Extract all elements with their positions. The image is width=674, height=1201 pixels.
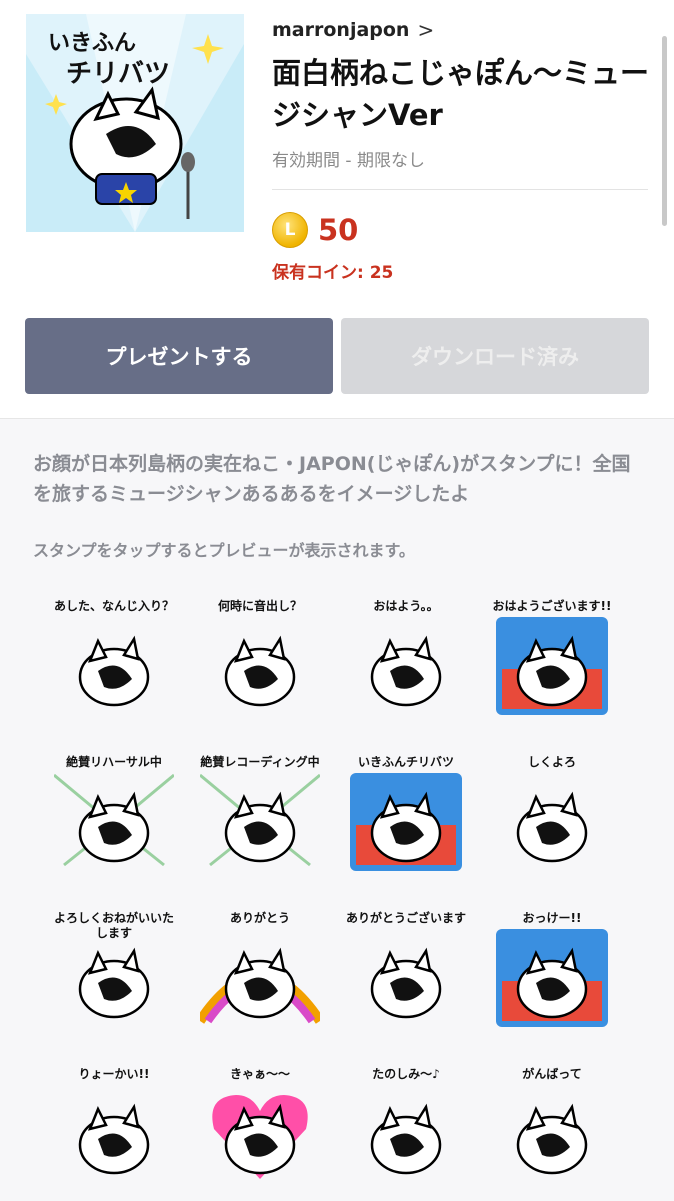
price-row: L 50 bbox=[272, 212, 358, 248]
sticker-caption: ありがとうございます bbox=[346, 911, 467, 925]
present-button[interactable]: プレゼントする bbox=[25, 318, 333, 394]
validity-period: 有効期間 - 期限なし bbox=[272, 151, 425, 171]
sticker-grid: あした、なんじ入り？ 何時に音出し？ おはよう。。 おはようございます!! 絶賛リハーサ… bbox=[54, 599, 634, 1187]
sticker-caption: よろしくおねがいいたします bbox=[54, 911, 175, 940]
sticker-header: いきふん チリバツ marronjapon > 面白柄ねこじゃぽん〜ミュージシャ… bbox=[0, 0, 674, 418]
line-coin-icon: L bbox=[272, 212, 308, 248]
sticker-item[interactable]: しくよろ bbox=[492, 755, 612, 875]
preview-hint: スタンプをタップするとプレビューが表示されます。 bbox=[33, 541, 415, 560]
author-link[interactable]: marronjapon > bbox=[272, 18, 434, 42]
sticker-illustration bbox=[212, 1095, 308, 1179]
sticker-caption: おはようございます!! bbox=[492, 599, 612, 613]
sticker-item[interactable]: おっけー!! bbox=[492, 911, 612, 1031]
author-name: marronjapon bbox=[272, 19, 410, 41]
sticker-item[interactable]: ありがとうございます bbox=[346, 911, 466, 1031]
sticker-illustration bbox=[496, 617, 608, 715]
sticker-item[interactable]: いきふんチリバツ bbox=[346, 755, 466, 875]
sticker-item[interactable]: がんばって bbox=[492, 1067, 612, 1187]
sticker-caption: おっけー!! bbox=[522, 911, 582, 925]
svg-text:いきふん: いきふん bbox=[48, 31, 136, 56]
sticker-caption: きゃぁ〜〜 bbox=[229, 1067, 290, 1081]
sticker-item[interactable]: 絶賛レコーディング中 bbox=[200, 755, 320, 875]
sticker-title: 面白柄ねこじゃぽん〜ミュージシャンVer bbox=[272, 56, 650, 132]
sticker-illustration bbox=[516, 1103, 588, 1175]
sticker-item[interactable]: りょーかい!! bbox=[54, 1067, 174, 1187]
sticker-caption: いきふんチリバツ bbox=[357, 755, 454, 769]
owned-coins: 保有コイン: 25 bbox=[272, 263, 394, 283]
sticker-illustration bbox=[496, 929, 608, 1027]
sticker-illustration bbox=[200, 773, 320, 867]
sticker-illustration bbox=[370, 635, 442, 707]
sticker-item[interactable]: ありがとう bbox=[200, 911, 320, 1031]
sticker-caption: たのしみ〜♪ bbox=[372, 1067, 440, 1081]
scrollbar[interactable] bbox=[662, 36, 667, 226]
sticker-caption: おはよう。。 bbox=[373, 599, 439, 613]
sticker-illustration bbox=[54, 773, 174, 867]
sticker-illustration bbox=[200, 947, 320, 1024]
sticker-illustration bbox=[78, 635, 150, 707]
sticker-caption: 何時に音出し？ bbox=[217, 599, 302, 613]
cover-illustration: いきふん チリバツ bbox=[26, 14, 244, 232]
sticker-item[interactable]: きゃぁ〜〜 bbox=[200, 1067, 320, 1187]
sticker-caption: がんばって bbox=[522, 1067, 582, 1081]
sticker-caption: 絶賛レコーディング中 bbox=[200, 755, 320, 769]
sticker-illustration bbox=[350, 773, 462, 871]
sticker-description: お顔が日本列島柄の実在ねこ・JAPON(じゃぽん)がスタンプに！全国を旅するミュ… bbox=[33, 453, 631, 505]
sticker-item[interactable]: たのしみ〜♪ bbox=[346, 1067, 466, 1187]
sticker-caption: あした、なんじ入り？ bbox=[54, 599, 175, 613]
chevron-right-icon: > bbox=[417, 18, 435, 42]
sticker-illustration bbox=[370, 1103, 442, 1175]
sticker-item[interactable]: 何時に音出し？ bbox=[200, 599, 320, 719]
sticker-illustration bbox=[78, 1103, 150, 1175]
sticker-illustration bbox=[224, 635, 296, 707]
svg-text:チリバツ: チリバツ bbox=[66, 59, 170, 89]
sticker-item[interactable]: おはよう。。 bbox=[346, 599, 466, 719]
sticker-caption: 絶賛リハーサル中 bbox=[66, 755, 162, 769]
sticker-illustration bbox=[370, 947, 442, 1019]
sticker-item[interactable]: 絶賛リハーサル中 bbox=[54, 755, 174, 875]
sticker-caption: しくよろ bbox=[527, 755, 576, 769]
sticker-item[interactable]: おはようございます!! bbox=[492, 599, 612, 719]
price: 50 bbox=[318, 213, 359, 247]
divider bbox=[272, 189, 648, 190]
sticker-item[interactable]: よろしくおねがいいたします bbox=[54, 911, 174, 1031]
downloaded-button: ダウンロード済み bbox=[341, 318, 649, 394]
sticker-item[interactable]: あした、なんじ入り？ bbox=[54, 599, 174, 719]
sticker-caption: ありがとう bbox=[229, 911, 290, 925]
sticker-details: お顔が日本列島柄の実在ねこ・JAPON(じゃぽん)がスタンプに！全国を旅するミュ… bbox=[0, 418, 674, 1201]
sticker-caption: りょーかい!! bbox=[78, 1067, 150, 1081]
sticker-illustration bbox=[516, 791, 588, 863]
sticker-cover-image: いきふん チリバツ bbox=[26, 14, 244, 232]
